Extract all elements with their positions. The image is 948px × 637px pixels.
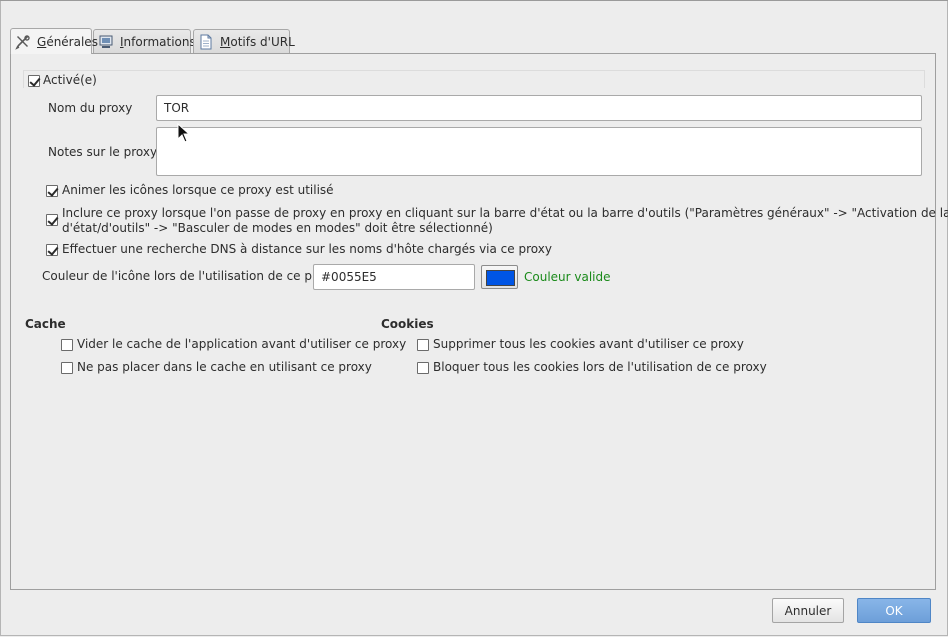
color-picker-button[interactable] bbox=[481, 265, 518, 289]
mouse-pointer-icon bbox=[177, 123, 191, 143]
enabled-group-frame bbox=[23, 70, 925, 88]
include-proxy-label-line2: d'état/d'outils" -> "Basculer de modes e… bbox=[62, 221, 493, 235]
animate-icons-label: Animer les icônes lorsque ce proxy est u… bbox=[62, 183, 334, 197]
icon-color-label: Couleur de l'icône lors de l'utilisation… bbox=[42, 269, 338, 283]
tab-motifs-url[interactable]: Motifs d'URL bbox=[193, 29, 295, 53]
proxy-notes-textarea[interactable] bbox=[156, 127, 922, 176]
enabled-label: Activé(e) bbox=[43, 73, 97, 87]
tab-motifs-url-label: Motifs d'URL bbox=[220, 34, 295, 49]
icon-color-input[interactable]: #0055E5 bbox=[313, 264, 475, 290]
cookies-section-title: Cookies bbox=[381, 317, 434, 331]
tab-generales[interactable]: Générales bbox=[10, 28, 98, 54]
block-cookies-checkbox[interactable] bbox=[417, 362, 429, 374]
clear-cache-checkbox[interactable] bbox=[61, 339, 73, 351]
enabled-checkbox[interactable] bbox=[28, 75, 40, 87]
block-cookies-label: Bloquer tous les cookies lors de l'utili… bbox=[433, 360, 767, 374]
proxy-name-label: Nom du proxy bbox=[48, 101, 133, 115]
ok-button[interactable]: OK bbox=[857, 598, 931, 623]
cancel-button[interactable]: Annuler bbox=[772, 598, 844, 623]
remote-dns-checkbox[interactable] bbox=[46, 244, 58, 256]
animate-icons-checkbox[interactable] bbox=[46, 185, 58, 197]
color-swatch bbox=[486, 270, 515, 286]
clear-cache-label: Vider le cache de l'application avant d'… bbox=[77, 337, 407, 351]
tab-informations-label: Informations bbox=[120, 34, 196, 49]
include-proxy-checkbox[interactable] bbox=[46, 214, 58, 226]
general-tab-panel: Activé(e) Nom du proxy TOR Notes sur le … bbox=[10, 53, 948, 590]
tools-icon bbox=[15, 34, 31, 50]
delete-cookies-checkbox[interactable] bbox=[417, 339, 429, 351]
color-valid-status: Couleur valide bbox=[524, 270, 611, 284]
tab-generales-label: Générales bbox=[37, 34, 98, 49]
remote-dns-label: Effectuer une recherche DNS à distance s… bbox=[62, 242, 552, 256]
document-icon bbox=[198, 34, 214, 50]
include-proxy-label-line1: Inclure ce proxy lorsque l'on passe de p… bbox=[62, 206, 948, 220]
no-cache-checkbox[interactable] bbox=[61, 362, 73, 374]
proxy-notes-label: Notes sur le proxy bbox=[48, 145, 158, 159]
no-cache-label: Ne pas placer dans le cache en utilisant… bbox=[77, 360, 372, 374]
tab-informations[interactable]: Informations bbox=[93, 29, 196, 53]
proxy-name-input[interactable]: TOR bbox=[156, 95, 922, 121]
computer-icon bbox=[98, 34, 114, 50]
delete-cookies-label: Supprimer tous les cookies avant d'utili… bbox=[433, 337, 744, 351]
cache-section-title: Cache bbox=[25, 317, 66, 331]
